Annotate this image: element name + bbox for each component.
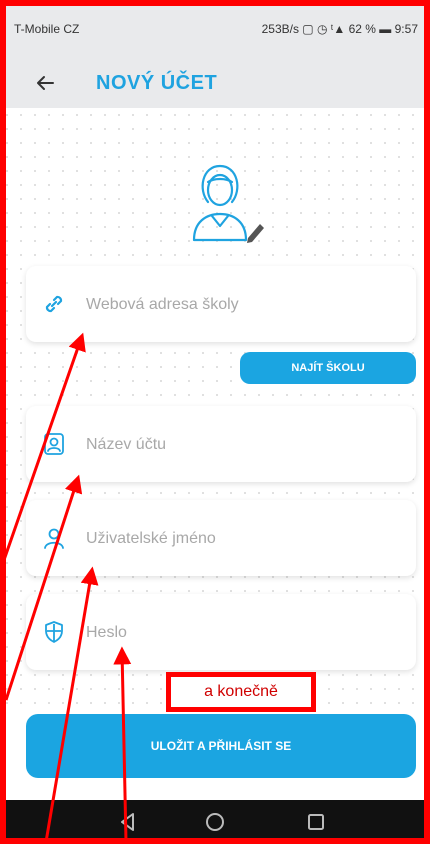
find-school-button[interactable]: NAJÍT ŠKOLU bbox=[240, 352, 416, 384]
username-input[interactable] bbox=[84, 520, 408, 558]
nav-recents-icon[interactable] bbox=[304, 810, 328, 834]
page-title: NOVÝ ÚČET bbox=[96, 72, 218, 94]
arrow-left-icon bbox=[37, 76, 54, 90]
school-url-field bbox=[26, 266, 416, 342]
status-bar: T-Mobile CZ 253B/s ▢ ◷ ᵗ▲ 62 % ▬ 9:57 bbox=[0, 0, 430, 58]
android-nav-bar bbox=[0, 800, 430, 844]
account-name-field bbox=[26, 406, 416, 482]
account-name-input[interactable] bbox=[84, 426, 408, 464]
back-button[interactable] bbox=[30, 68, 60, 98]
status-indicators: 253B/s ▢ ◷ ᵗ▲ 62 % ▬ 9:57 bbox=[261, 22, 418, 36]
link-icon bbox=[45, 295, 63, 313]
save-and-login-button[interactable]: ULOŽIT A PŘIHLÁSIT SE bbox=[26, 714, 416, 778]
password-input[interactable] bbox=[84, 614, 408, 652]
shield-icon bbox=[45, 621, 63, 643]
annotation-box: a konečně bbox=[166, 672, 316, 712]
avatar-edit[interactable] bbox=[186, 160, 268, 246]
pencil-icon bbox=[247, 224, 264, 243]
annotation-text: a konečně bbox=[204, 683, 278, 700]
person-card-icon bbox=[44, 433, 64, 455]
password-field bbox=[26, 594, 416, 670]
username-field bbox=[26, 500, 416, 576]
user-icon bbox=[44, 528, 64, 549]
app-bar: NOVÝ ÚČET bbox=[0, 58, 430, 108]
school-url-input[interactable] bbox=[84, 286, 408, 324]
user-avatar-icon bbox=[192, 164, 264, 243]
carrier-label: T-Mobile CZ bbox=[14, 22, 80, 36]
nav-home-icon[interactable] bbox=[203, 810, 227, 834]
nav-back-icon[interactable] bbox=[116, 810, 140, 834]
